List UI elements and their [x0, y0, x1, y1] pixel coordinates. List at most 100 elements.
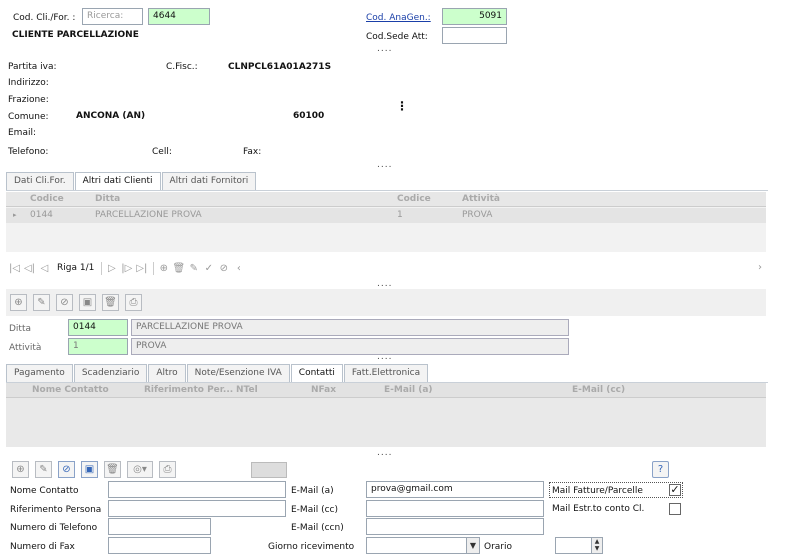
orario-label: Orario	[484, 542, 513, 552]
ditta-code-input[interactable]: 0144	[68, 319, 128, 336]
cod-anagen-link[interactable]: Cod. AnaGen.:	[366, 13, 431, 23]
options-dropdown-button[interactable]: ◎▾	[127, 461, 153, 478]
column-header[interactable]: E-Mail (cc)	[572, 385, 625, 395]
nome-contatto-input[interactable]	[108, 481, 286, 498]
numero-fax-input[interactable]	[108, 537, 211, 554]
tab-dati-cli-for[interactable]: Dati Cli.For.	[6, 172, 74, 190]
cancel-button[interactable]: ⊘	[56, 294, 73, 311]
ditta-name-field: PARCELLAZIONE PROVA	[131, 319, 569, 336]
last-record-icon[interactable]: ▷|	[135, 261, 148, 275]
mail-estratto-conto-checkbox[interactable]	[669, 503, 681, 515]
cod-cli-for-input[interactable]: 4644	[148, 8, 210, 25]
row-indicator-icon: ▸	[13, 211, 17, 219]
column-header[interactable]: Nome Contatto	[32, 385, 109, 395]
next-page-icon[interactable]: |▷	[120, 261, 133, 275]
mail-estratto-conto-label: Mail Estr.to conto Cl.	[552, 504, 645, 514]
pager-separator	[101, 261, 103, 275]
tab-altri-dati-fornitori[interactable]: Altri dati Fornitori	[161, 172, 257, 190]
column-header[interactable]: NFax	[311, 385, 336, 395]
confirm-record-icon[interactable]: ✓	[202, 261, 215, 275]
edit-button[interactable]: ✎	[33, 294, 50, 311]
splitter-handle[interactable]: ....	[377, 448, 392, 458]
next-record-icon[interactable]: ▷	[105, 261, 118, 275]
splitter-handle[interactable]: ....	[377, 44, 392, 54]
edit-button[interactable]: ✎	[35, 461, 52, 478]
add-button[interactable]: ⊕	[10, 294, 27, 311]
first-record-icon[interactable]: |◁	[8, 261, 21, 275]
email-ccn-input[interactable]	[366, 518, 544, 535]
email-a-label: E-Mail (a)	[291, 486, 334, 496]
delete-button[interactable]: 🗑	[104, 461, 121, 478]
delete-button[interactable]: 🗑	[102, 294, 119, 311]
search-input[interactable]: Ricerca:	[82, 8, 143, 25]
comune-value: ANCONA (AN)	[76, 111, 146, 121]
save-button[interactable]: ▣	[79, 294, 96, 311]
sub-tabs: Pagamento Scadenziario Altro Note/Esenzi…	[6, 364, 429, 383]
print-button[interactable]: ⎙	[125, 294, 142, 311]
indirizzo-label: Indirizzo:	[8, 78, 49, 88]
add-button[interactable]: ⊕	[12, 461, 29, 478]
contacts-grid: Nome Contatto Riferimento Per... NTel NF…	[6, 383, 766, 447]
help-button[interactable]: ?	[652, 461, 669, 478]
tab-fatt-elettronica[interactable]: Fatt.Elettronica	[343, 364, 429, 382]
main-tabs: Dati Cli.For. Altri dati Clienti Altri d…	[6, 172, 257, 191]
column-header[interactable]: NTel	[236, 385, 258, 395]
giorno-ricevimento-select[interactable]: ▼	[366, 537, 480, 554]
riferimento-persona-label: Riferimento Persona	[10, 505, 102, 515]
column-header[interactable]: E-Mail (a)	[384, 385, 433, 395]
scroll-left-icon[interactable]: ‹	[232, 261, 245, 275]
cod-sede-input[interactable]	[442, 27, 507, 44]
prev-record-icon[interactable]: ◁	[38, 261, 51, 275]
cod-anagen-input[interactable]: 5091	[442, 8, 507, 25]
email-cc-input[interactable]	[366, 500, 544, 517]
partita-iva-label: Partita iva:	[8, 62, 57, 72]
tab-altri-dati-clienti[interactable]: Altri dati Clienti	[74, 172, 161, 191]
table-row[interactable]: ▸ 0144 PARCELLAZIONE PROVA 1 PROVA	[6, 208, 766, 223]
splitter-handle[interactable]: ....	[377, 160, 392, 170]
telefono-label: Telefono:	[8, 147, 49, 157]
prev-page-icon[interactable]: ◁|	[23, 261, 36, 275]
tab-pagamento[interactable]: Pagamento	[6, 364, 73, 382]
tab-altro[interactable]: Altro	[148, 364, 186, 382]
column-header[interactable]: Riferimento Per...	[144, 385, 233, 395]
scroll-right-icon[interactable]: ›	[758, 262, 762, 273]
email-a-input[interactable]: prova@gmail.com	[366, 481, 544, 498]
orario-spinner[interactable]: ▲ ▼	[555, 537, 603, 554]
email-label: Email:	[8, 128, 37, 138]
tab-contatti[interactable]: Contatti	[290, 364, 343, 383]
vertical-splitter-handle[interactable]: ⋮	[396, 99, 408, 113]
numero-telefono-label: Numero di Telefono	[10, 523, 98, 533]
save-button[interactable]: ▣	[81, 461, 98, 478]
cell-label: Cell:	[152, 147, 172, 157]
row-ditta: PARCELLAZIONE PROVA	[95, 210, 202, 220]
column-header[interactable]: Codice	[397, 194, 431, 204]
delete-record-icon[interactable]: 🗑	[172, 261, 185, 275]
spin-down-icon[interactable]: ▼	[595, 545, 600, 552]
mail-fatture-checkbox[interactable]: ✓	[669, 484, 681, 496]
print-button[interactable]: ⎙	[159, 461, 176, 478]
column-header[interactable]: Codice	[30, 194, 64, 204]
splitter-handle[interactable]: ....	[377, 279, 392, 289]
contacts-toolbar: ⊕ ✎ ⊘ ▣ 🗑 ◎▾ ⎙	[12, 461, 176, 478]
ditta-toolbar: ⊕ ✎ ⊘ ▣ 🗑 ⎙	[10, 294, 142, 311]
tab-scadenziario[interactable]: Scadenziario	[73, 364, 148, 382]
spinner-arrows-icon[interactable]: ▲ ▼	[591, 538, 602, 553]
cancel-record-icon[interactable]: ⊘	[217, 261, 230, 275]
spin-up-icon[interactable]: ▲	[595, 538, 600, 545]
add-record-icon[interactable]: ⊕	[157, 261, 170, 275]
attivita-code-input[interactable]: 1	[68, 338, 128, 355]
cancel-button[interactable]: ⊘	[58, 461, 75, 478]
ditta-label: Ditta	[9, 324, 32, 334]
numero-telefono-input[interactable]	[108, 518, 211, 535]
edit-record-icon[interactable]: ✎	[187, 261, 200, 275]
giorno-ricevimento-label: Giorno ricevimento	[268, 542, 355, 552]
tab-note-esenzione-iva[interactable]: Note/Esenzione IVA	[186, 364, 290, 382]
riferimento-persona-input[interactable]	[108, 500, 286, 517]
splitter-handle[interactable]: ....	[377, 352, 392, 362]
nome-contatto-label: Nome Contatto	[10, 486, 79, 496]
cod-cli-for-label: Cod. Cli./For. :	[13, 13, 76, 23]
column-header[interactable]: Ditta	[95, 194, 120, 204]
email-cc-label: E-Mail (cc)	[291, 505, 338, 515]
column-header[interactable]: Attività	[462, 194, 500, 204]
chevron-down-icon[interactable]: ▼	[466, 538, 479, 553]
